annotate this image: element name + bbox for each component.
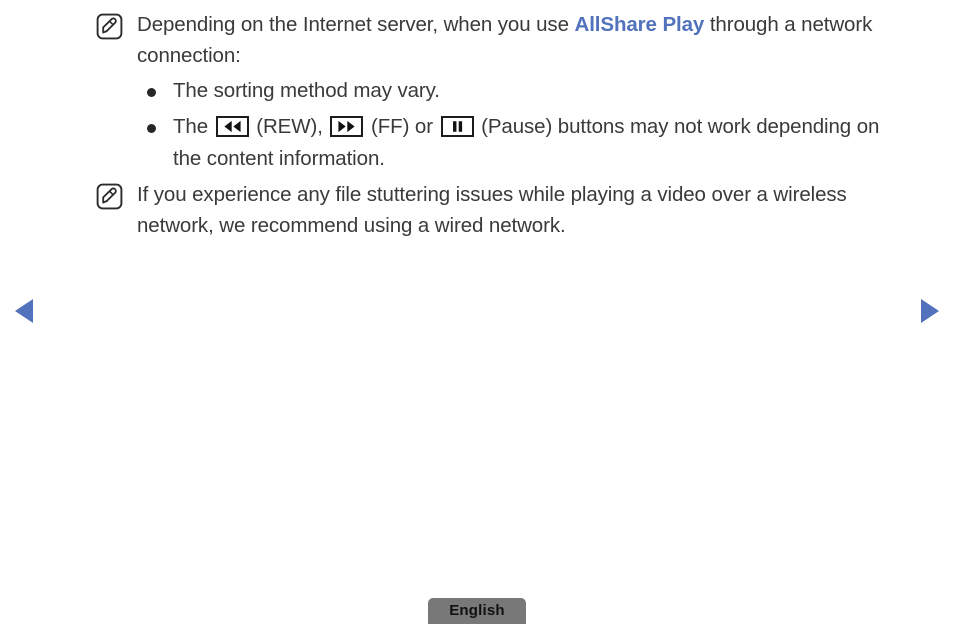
content-column: Depending on the Internet server, when y… [0, 0, 954, 245]
language-button[interactable]: English [428, 598, 526, 624]
note-text-1: Depending on the Internet server, when y… [137, 9, 904, 71]
bullet-dot-icon [147, 124, 156, 133]
allshare-play-link[interactable]: AllShare Play [574, 13, 704, 36]
note-pen-icon [96, 13, 123, 40]
note-block-2: If you experience any file stuttering is… [90, 179, 904, 241]
bullet-2-seg3: (FF) or [365, 115, 439, 138]
manual-page: Depending on the Internet server, when y… [0, 0, 954, 624]
bullet-dot-icon [147, 88, 156, 97]
note-1-text-before: Depending on the Internet server, when y… [137, 13, 575, 36]
note-text-2: If you experience any file stuttering is… [137, 183, 847, 237]
list-item: The (REW), (FF) or (Pause) buttons may n… [90, 111, 904, 175]
triangle-right-icon [921, 299, 939, 323]
bullet-2-seg1: The [173, 115, 214, 138]
rewind-icon [215, 116, 249, 137]
bullet-1-text: The sorting method may vary. [173, 79, 440, 102]
bullet-list: The sorting method may vary. The (REW), … [90, 75, 904, 175]
note-pen-icon [96, 183, 123, 210]
note-block-1: Depending on the Internet server, when y… [90, 9, 904, 71]
bullet-2-seg2: (REW), [250, 115, 329, 138]
next-page-button[interactable] [912, 295, 944, 327]
previous-page-button[interactable] [10, 295, 42, 327]
pause-icon [440, 116, 474, 137]
fast-forward-icon [330, 116, 364, 137]
list-item: The sorting method may vary. [90, 75, 904, 107]
triangle-left-icon [15, 299, 33, 323]
